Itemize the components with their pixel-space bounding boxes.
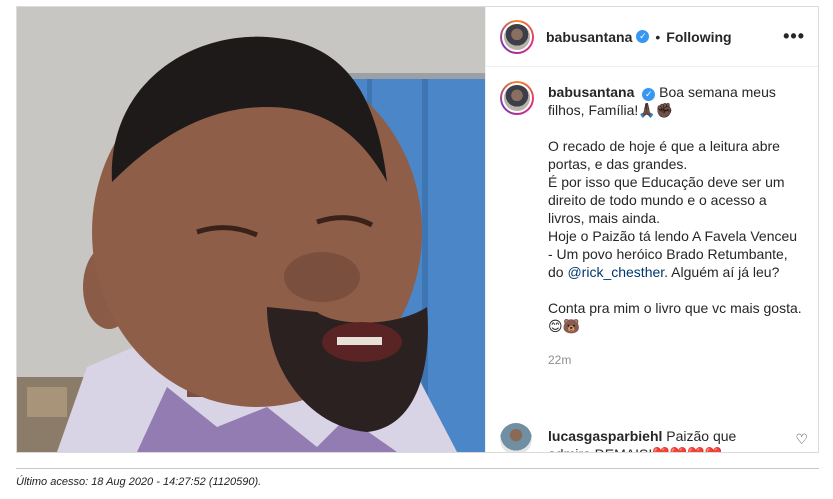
divider [16, 468, 819, 469]
post-video-frame[interactable] [17, 7, 485, 452]
comment-username[interactable]: lucasgasparbiehl [548, 428, 662, 444]
instagram-post: babusantana ✓ • Following ••• babusantan… [16, 6, 819, 453]
caption-text: babusantana ✓ Boa semana meus filhos, Fa… [548, 83, 805, 335]
comment-text: lucasgasparbiehl Paizão que admiro DEMAI… [548, 427, 768, 452]
caption-paragraph-4-end: . Alguém aí já leu? [664, 264, 780, 280]
caption-username[interactable]: babusantana [548, 84, 634, 100]
avatar-image [502, 21, 532, 52]
post-timestamp[interactable]: 22m [548, 353, 805, 367]
post-sidebar: babusantana ✓ • Following ••• babusantan… [485, 7, 818, 452]
caption-paragraph-5: Conta pra mim o livro que vc mais gosta.… [548, 300, 802, 334]
header-username[interactable]: babusantana [546, 29, 632, 45]
comment-avatar[interactable] [500, 423, 532, 452]
last-access-note: Último acesso: 18 Aug 2020 - 14:27:52 (1… [16, 476, 262, 488]
more-options-icon[interactable]: ••• [783, 26, 805, 47]
comment-item: lucasgasparbiehl Paizão que admiro DEMAI… [486, 419, 818, 452]
caption-paragraph-4: Hoje o Paizão tá lendo A Favela Venceu -… [548, 227, 805, 281]
heart-icon[interactable]: ♡ [795, 431, 808, 448]
post-header: babusantana ✓ • Following ••• [486, 7, 818, 67]
caption-paragraph-3: É por isso que Educação deve ser um dire… [548, 174, 785, 226]
following-button[interactable]: Following [666, 29, 731, 45]
caption-avatar-image [502, 83, 532, 113]
caption-avatar[interactable] [500, 81, 534, 115]
profile-avatar[interactable] [500, 19, 534, 54]
video-still-image [17, 7, 485, 452]
mention-link[interactable]: @rick_chesther [567, 264, 664, 280]
caption-paragraph-2: O recado de hoje é que a leitura abre po… [548, 138, 780, 172]
verified-badge-icon: ✓ [636, 30, 650, 43]
caption-verified-badge-icon: ✓ [642, 88, 656, 101]
header-separator: • [655, 28, 661, 45]
post-caption: babusantana ✓ Boa semana meus filhos, Fa… [486, 67, 818, 387]
